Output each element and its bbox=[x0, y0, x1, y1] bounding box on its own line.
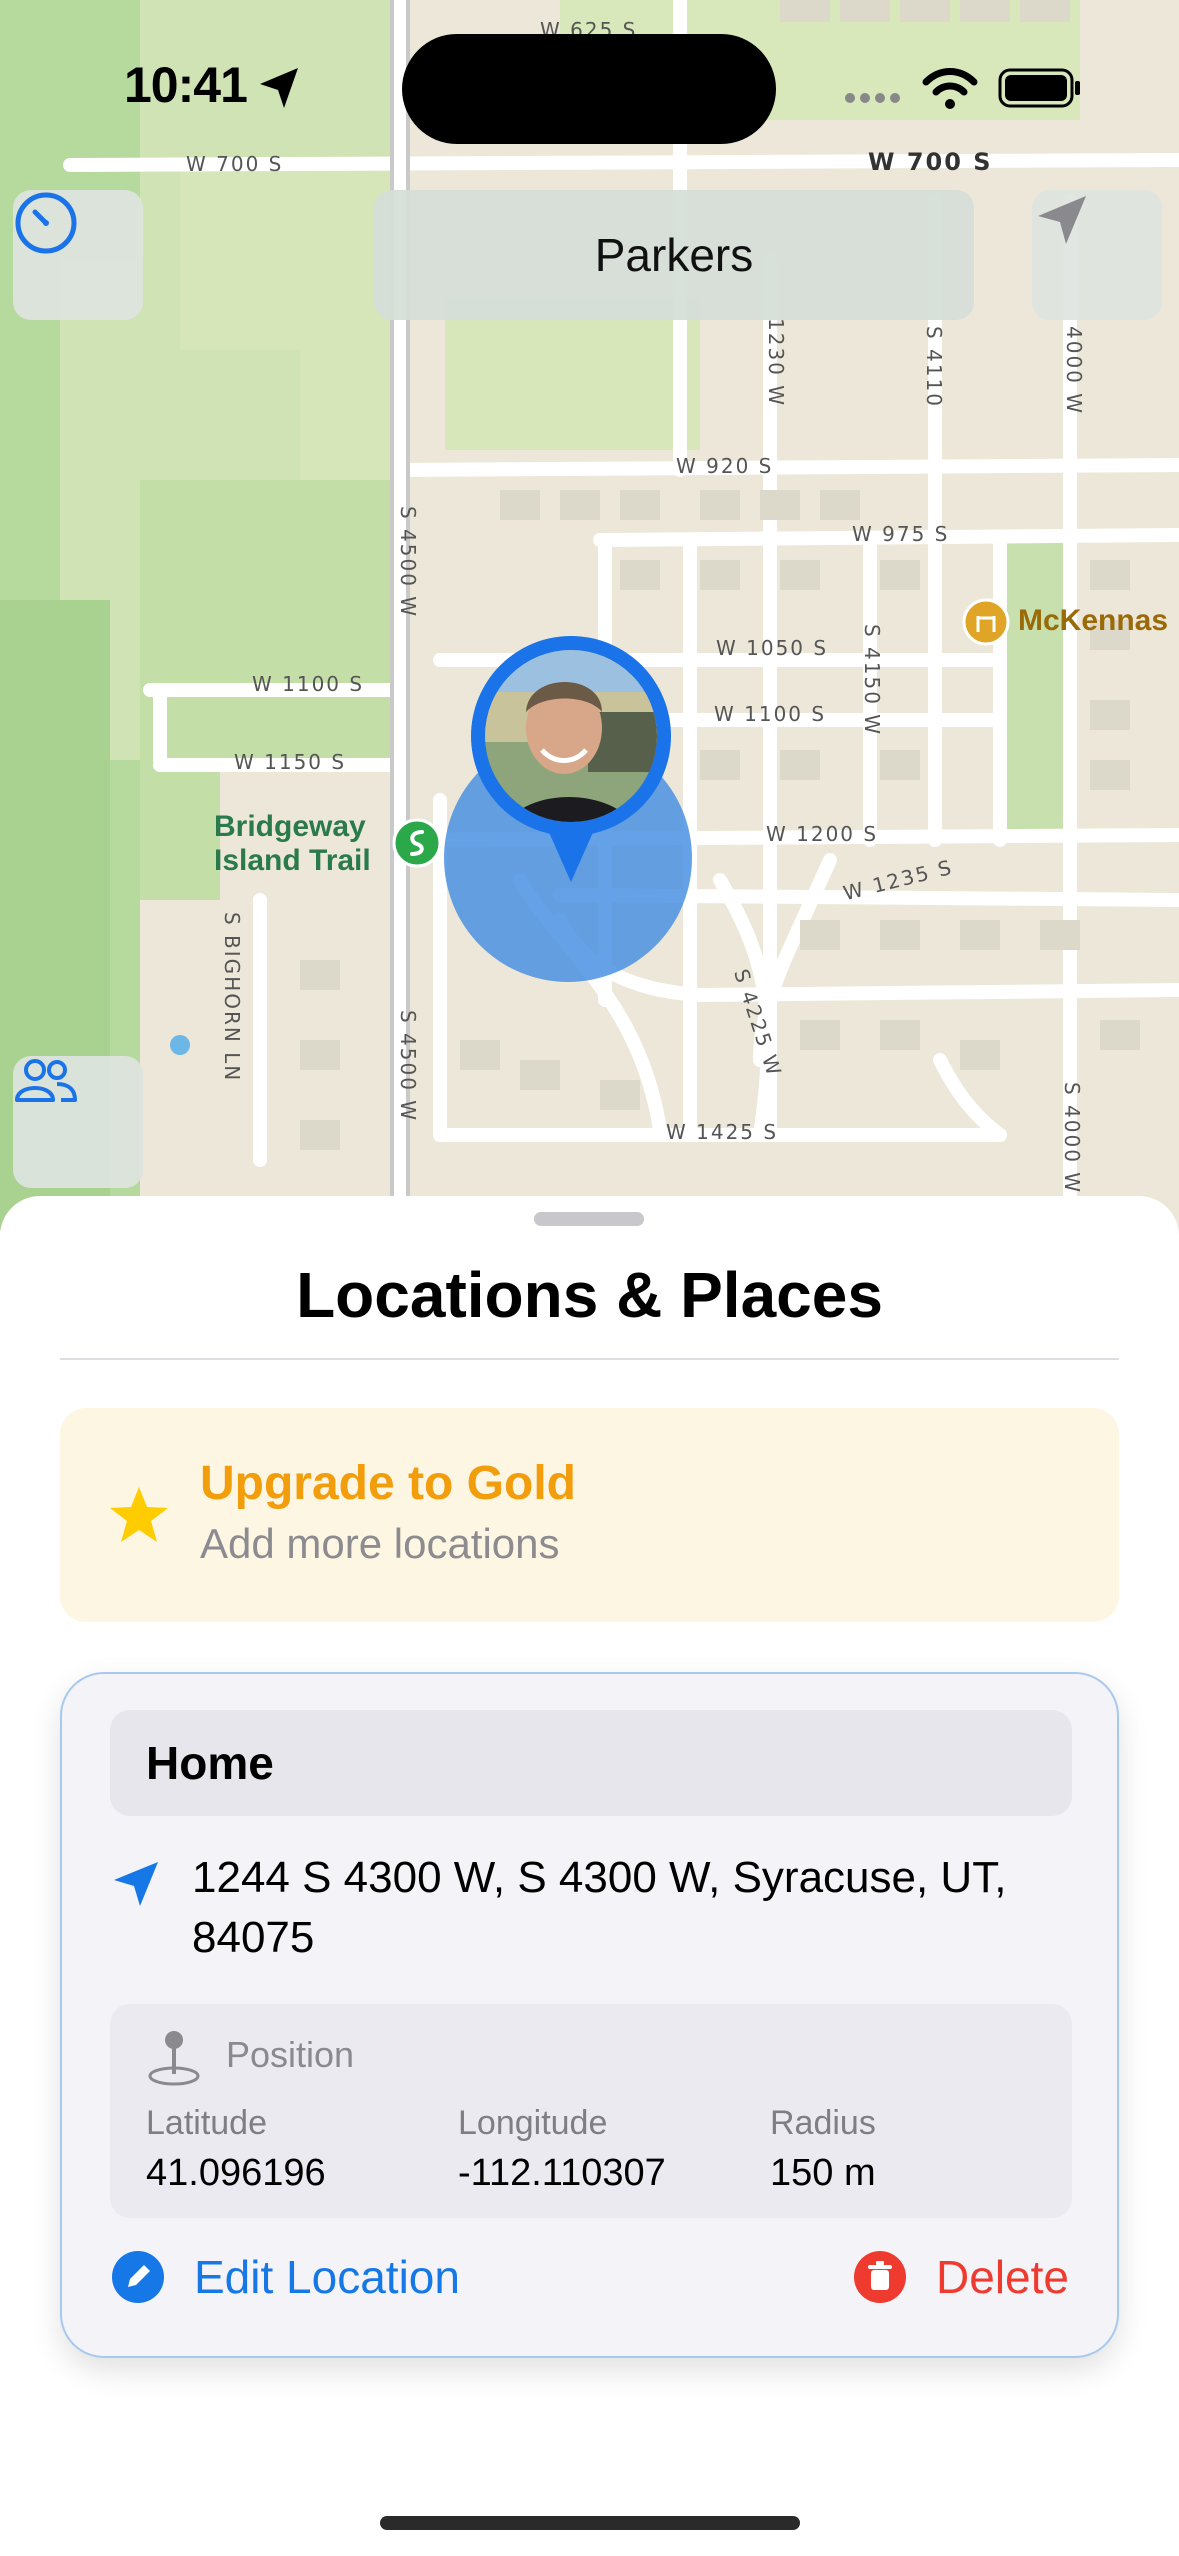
street-label: S BIGHORN LN bbox=[220, 912, 244, 1083]
dynamic-island bbox=[402, 34, 776, 144]
people-icon bbox=[15, 1059, 77, 1102]
upgrade-banner[interactable]: Upgrade to Gold Add more locations bbox=[60, 1408, 1119, 1622]
street-label: W 920 S bbox=[676, 454, 774, 478]
street-label: S 4500 W bbox=[396, 1010, 420, 1123]
playground-icon[interactable] bbox=[962, 598, 1010, 646]
delete-button[interactable]: Delete bbox=[854, 2250, 1069, 2304]
street-label: W 1425 S bbox=[666, 1120, 779, 1144]
street-label: S 4500 W bbox=[396, 506, 420, 619]
location-card[interactable]: Home 1244 S 4300 W, S 4300 W, Syracuse, … bbox=[60, 1672, 1119, 2358]
street-label: W 1100 S bbox=[252, 672, 365, 696]
location-address: 1244 S 4300 W, S 4300 W, Syracuse, UT, 8… bbox=[192, 1853, 1007, 1962]
position-label: Position bbox=[226, 2034, 355, 2075]
street-label: W 1200 S bbox=[766, 822, 879, 846]
upgrade-subtitle: Add more locations bbox=[200, 1520, 560, 1567]
sheet-title: Locations & Places bbox=[296, 1259, 883, 1331]
location-arrow-icon bbox=[260, 68, 298, 108]
pin-icon bbox=[148, 2031, 200, 2086]
navigation-arrow-icon bbox=[1038, 196, 1086, 244]
upgrade-title: Upgrade to Gold bbox=[200, 1457, 576, 1510]
map-title-button[interactable]: Parkers bbox=[374, 190, 974, 320]
street-label: W 1150 S bbox=[234, 750, 347, 774]
latitude-label: Latitude bbox=[146, 2104, 267, 2142]
edit-location-label: Edit Location bbox=[194, 2251, 460, 2303]
home-indicator[interactable] bbox=[380, 2516, 800, 2530]
recenter-button[interactable] bbox=[1032, 190, 1162, 320]
map-view[interactable]: W 625 S W 700 S W 700 S 1230 W S 4110 40… bbox=[0, 0, 1179, 1230]
star-icon bbox=[110, 1487, 168, 1542]
location-name: Home bbox=[146, 1737, 274, 1789]
wifi-icon bbox=[922, 68, 978, 109]
location-arrow-icon bbox=[114, 1862, 158, 1906]
location-name-header: Home bbox=[110, 1710, 1072, 1816]
street-label: S 4150 W bbox=[860, 624, 884, 737]
people-button[interactable] bbox=[13, 1056, 143, 1188]
edit-location-button[interactable]: Edit Location bbox=[112, 2250, 460, 2304]
street-label: W 1100 S bbox=[714, 702, 827, 726]
user-avatar-pin[interactable] bbox=[468, 632, 674, 892]
poi-label-trail[interactable]: Bridgeway Island Trail bbox=[214, 810, 371, 878]
battery-icon bbox=[998, 68, 1080, 108]
radius-value: 150 m bbox=[770, 2152, 876, 2194]
street-label: 1230 W bbox=[764, 318, 788, 408]
divider bbox=[60, 1358, 1119, 1360]
poi-label-mckennas[interactable]: McKennas bbox=[1018, 604, 1168, 638]
street-label: W 700 S bbox=[868, 148, 993, 176]
street-label: S 4000 W bbox=[1060, 1082, 1084, 1195]
longitude-value: -112.110307 bbox=[458, 2152, 666, 2194]
history-button[interactable] bbox=[13, 190, 143, 320]
sheet-grabber[interactable] bbox=[534, 1212, 644, 1226]
latitude-value: 41.096196 bbox=[146, 2152, 326, 2194]
radius-label: Radius bbox=[770, 2104, 876, 2142]
clock-icon bbox=[15, 192, 77, 254]
locations-sheet: Locations & Places Upgrade to Gold Add m… bbox=[0, 1196, 1179, 2556]
street-label: S 4110 bbox=[922, 326, 946, 408]
street-label: W 1050 S bbox=[716, 636, 829, 660]
trail-icon[interactable] bbox=[392, 818, 442, 868]
street-label: W 700 S bbox=[186, 152, 284, 176]
trash-icon bbox=[854, 2251, 907, 2303]
status-time: 10:41 bbox=[124, 57, 248, 113]
delete-label: Delete bbox=[936, 2251, 1069, 2303]
street-label: 4000 W bbox=[1062, 326, 1086, 416]
position-box: Position Latitude 41.096196 Longitude -1… bbox=[110, 2004, 1072, 2218]
longitude-label: Longitude bbox=[458, 2104, 608, 2142]
signal-dots-icon bbox=[845, 93, 900, 103]
street-label: W 975 S bbox=[852, 522, 950, 546]
pencil-icon bbox=[112, 2251, 164, 2303]
